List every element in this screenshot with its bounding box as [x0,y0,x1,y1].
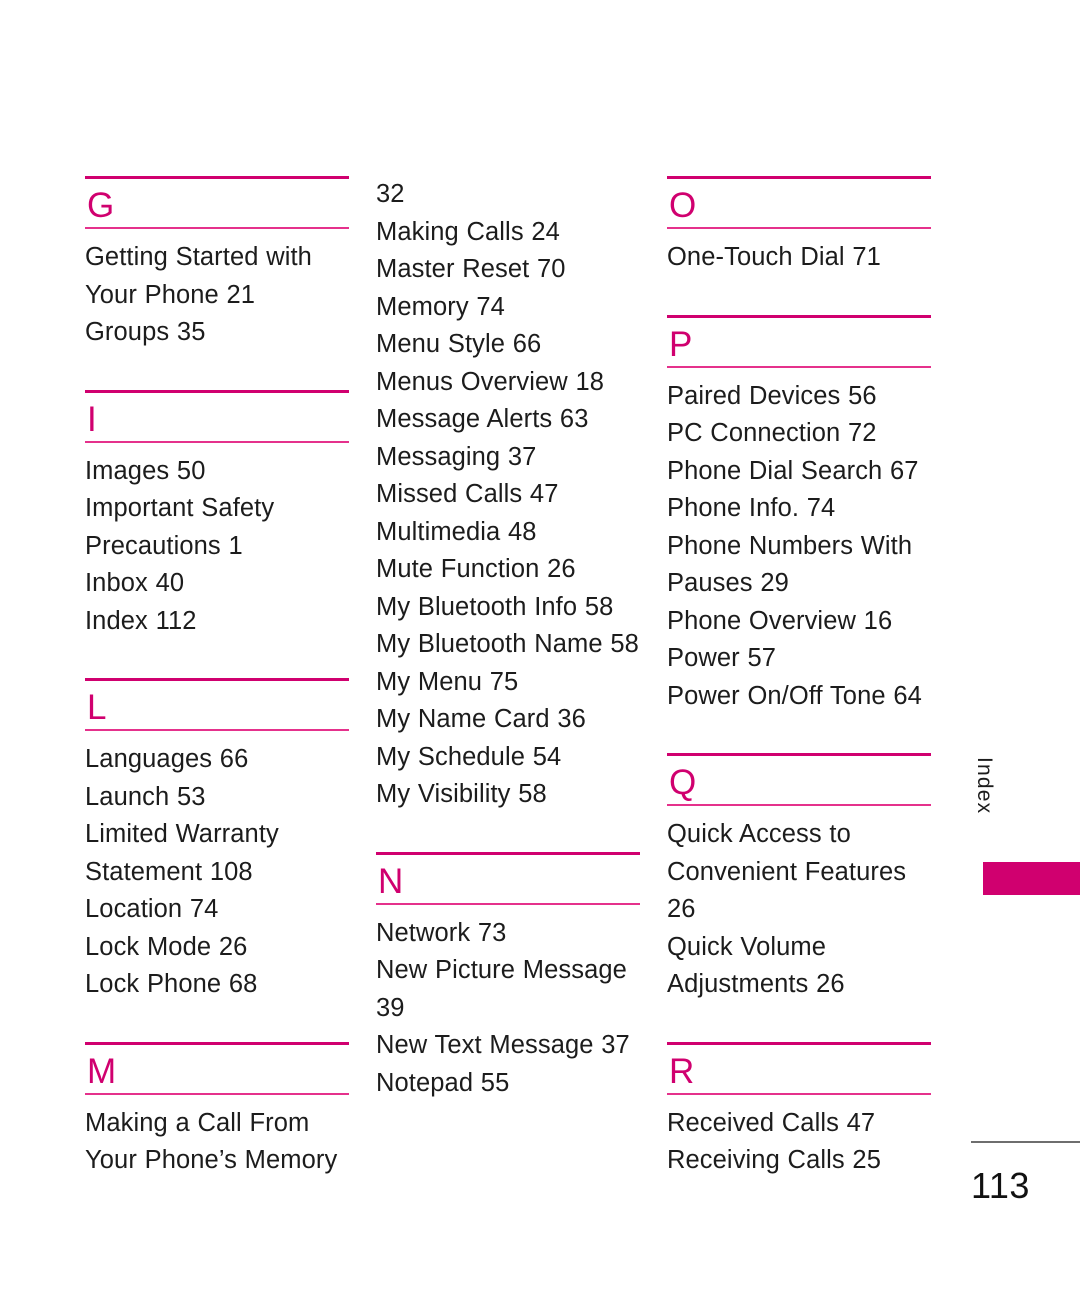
index-entry-list: Network 73 New Picture Message 39 New Text… [376,905,640,1103]
section-letter: Q [669,763,697,802]
index-entry[interactable]: Lock Mode 26 [85,929,349,967]
index-entry[interactable]: Limited Warranty Statement 108 [85,816,349,891]
section-letter: P [669,324,693,364]
index-entry-list: Languages 66 Launch 53 Limited Warranty St… [85,731,349,1004]
section-letter: R [669,1051,695,1091]
index-entry[interactable]: Received Calls 47 [667,1105,931,1143]
index-entry[interactable]: Languages 66 [85,741,349,779]
index-entry-list: Getting Started with Your Phone 21 Groups… [85,229,349,352]
index-entry[interactable]: Making a Call From Your Phone’s Memory [85,1105,349,1180]
index-entry[interactable]: Notepad 55 [376,1065,640,1103]
index-entry[interactable]: My Bluetooth Name 58 [376,626,640,664]
index-section-r: R Received Calls 47 Receiving Calls 25 [667,1041,931,1180]
index-columns: G Getting Started with Your Phone 21 Group… [85,176,931,1180]
index-entry[interactable]: New Picture Message 39 [376,952,640,1027]
column-1: G Getting Started with Your Phone 21 Group… [85,176,349,1180]
index-section-g: G Getting Started with Your Phone 21 Group… [85,176,349,352]
section-letter: L [87,688,107,727]
index-entry-list: Images 50 Important Safety Precautions 1I… [85,443,349,641]
index-section-l: L Languages 66 Launch 53 Limited Warranty S… [85,678,349,1004]
index-entry[interactable]: Message Alerts 63 [376,401,640,439]
index-entry[interactable]: Location 74 [85,891,349,929]
index-entry-list: 32 Making Calls 24 Master Reset 70 Memory 7… [376,176,640,814]
section-letter: O [669,186,697,225]
index-entry[interactable]: Missed Calls 47 [376,476,640,514]
index-entry[interactable]: Launch 53 [85,779,349,817]
index-entry-list: One-Touch Dial 71 [667,229,931,277]
index-entry[interactable]: Mute Function 26 [376,551,640,589]
index-entry[interactable]: Making Calls 24 [376,214,640,252]
index-page: G Getting Started with Your Phone 21 Group… [0,0,1080,1295]
index-entry[interactable]: One-Touch Dial 71 [667,239,931,277]
index-section-i: I Images 50 Important Safety Precautions 1… [85,389,349,641]
index-entry[interactable]: My Name Card 36 [376,701,640,739]
index-section-o: O One-Touch Dial 71 [667,176,931,277]
index-entry[interactable]: Receiving Calls 25 [667,1142,931,1180]
index-entry[interactable]: Lock Phone 68 [85,966,349,1004]
page-number: 113 [971,1165,1030,1206]
index-entry[interactable]: Network 73 [376,915,640,953]
footer-divider [971,1141,1080,1143]
index-entry[interactable]: Phone Overview 16 [667,603,931,641]
index-entry[interactable]: Messaging 37 [376,439,640,477]
index-section-p: P Paired Devices 56 PC Connection 72 Phone … [667,314,931,716]
index-entry[interactable]: Images 50 [85,453,349,491]
section-letter: M [87,1051,117,1091]
index-entry[interactable]: Phone Info. 74 [667,490,931,528]
index-section-continuation: 32 Making Calls 24 Master Reset 70 Memory 7… [376,176,640,814]
index-entry[interactable]: Power 57 [667,640,931,678]
section-letter: I [87,399,98,439]
index-entry[interactable]: Inbox 40 [85,565,349,603]
index-entry[interactable]: My Menu 75 [376,664,640,702]
column-3: O One-Touch Dial 71 P Paired Devices 56 PC C… [667,176,931,1180]
index-section-m: M Making a Call From Your Phone’s Memory [85,1041,349,1180]
index-entry[interactable]: Memory 74 [376,289,640,327]
index-tab-marker [983,862,1080,895]
index-entry[interactable]: Menu Style 66 [376,326,640,364]
index-entry-list: Quick Access to Convenient Features 26 Qu… [667,806,931,1004]
index-entry[interactable]: Quick Volume Adjustments 26 [667,929,931,1004]
index-entry[interactable]: Phone Numbers With Pauses 29 [667,528,931,603]
column-2: 32 Making Calls 24 Master Reset 70 Memory 7… [376,176,640,1102]
index-entry[interactable]: Multimedia 48 [376,514,640,552]
index-entry[interactable]: Groups 35 [85,314,349,352]
index-entry[interactable]: Getting Started with Your Phone 21 [85,239,349,314]
section-letter: G [87,186,115,225]
index-tab-label: Index [973,757,996,815]
index-entry[interactable]: PC Connection 72 [667,415,931,453]
index-entry[interactable]: Index 112 [85,603,349,641]
section-letter: N [378,861,404,901]
index-entry[interactable]: 32 [376,176,640,214]
index-entry[interactable]: My Visibility 58 [376,776,640,814]
index-entry-list: Received Calls 47 Receiving Calls 25 [667,1095,931,1180]
index-entry[interactable]: My Bluetooth Info 58 [376,589,640,627]
index-entry[interactable]: Important Safety Precautions 1 [85,490,349,565]
index-entry[interactable]: Paired Devices 56 [667,378,931,416]
index-entry[interactable]: My Schedule 54 [376,739,640,777]
index-entry[interactable]: Master Reset 70 [376,251,640,289]
index-entry-list: Paired Devices 56 PC Connection 72 Phone D… [667,368,931,716]
index-section-q: Q Quick Access to Convenient Features 26 Q… [667,753,931,1004]
index-section-n: N Network 73 New Picture Message 39 New Tex… [376,851,640,1103]
index-entry[interactable]: Phone Dial Search 67 [667,453,931,491]
index-entry-list: Making a Call From Your Phone’s Memory [85,1095,349,1180]
index-entry[interactable]: Menus Overview 18 [376,364,640,402]
index-entry[interactable]: New Text Message 37 [376,1027,640,1065]
index-entry[interactable]: Power On/Off Tone 64 [667,678,931,716]
index-entry[interactable]: Quick Access to Convenient Features 26 [667,816,931,929]
